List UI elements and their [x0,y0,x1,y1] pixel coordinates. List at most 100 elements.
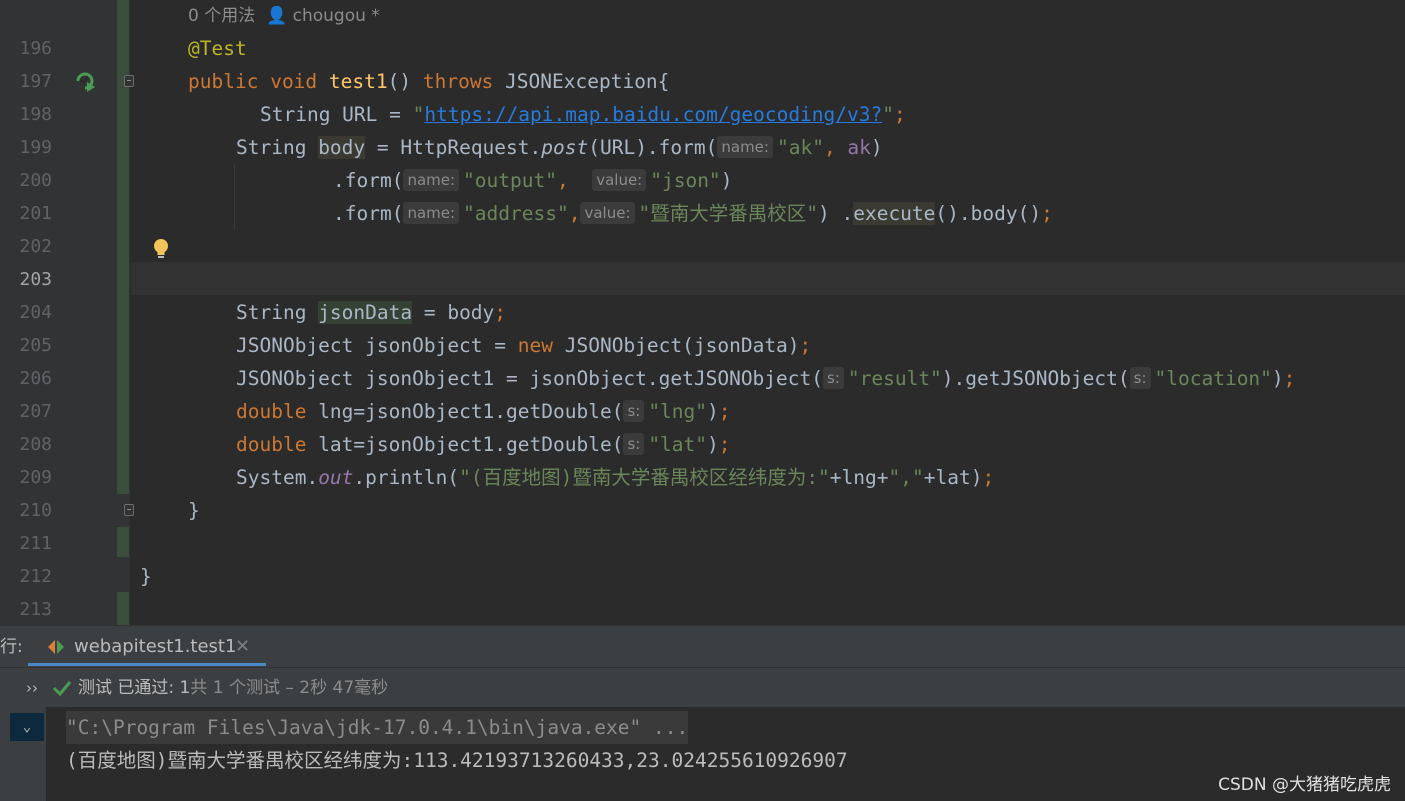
keyword: void [270,70,318,93]
code-text: lat=jsonObject1.getDouble( [306,433,624,456]
code-text: ) [707,400,719,423]
code-line-205[interactable]: JSONObject jsonObject = new JSONObject(j… [236,329,811,362]
line-number-current: 203 [19,269,52,290]
code-line-200[interactable]: .form(name: "output", value: "json") [333,164,732,197]
closing-brace: } [188,499,200,522]
code-line-210[interactable]: } [188,494,200,527]
keyword: public [188,70,259,93]
test-status-prefix: 测试 已通过: [78,678,180,698]
code-editor[interactable]: 196 197 198 199 200 201 202 203 204 205 … [0,0,1405,625]
keyword: throws [422,70,494,93]
semicolon: ; [718,433,731,456]
line-number: 206 [19,368,52,389]
code-line-198[interactable]: String URL = "https://api.map.baidu.com/… [260,98,906,131]
code-line-209[interactable]: System.out.println("(百度地图)暨南大学番禺校区经纬度为:"… [236,461,994,494]
line-number: 204 [19,302,52,323]
test-status-bar: ›› 测试 已通过: 1共 1 个测试 – 2秒 47毫秒 [0,667,1405,709]
usage-count-hint[interactable]: 0 个用法 [188,6,255,26]
string-literal: "output" [463,169,557,192]
test-status-summary: 共 1 个测试 – 2秒 47毫秒 [190,678,389,698]
console-command-line[interactable]: "C:\Program Files\Java\jdk-17.0.4.1\bin\… [66,711,689,744]
string-literal: "lat" [648,433,708,456]
run-config-tab-label[interactable]: webapitest1.test1 [74,626,236,668]
semicolon: ; [718,400,731,423]
expand-icon[interactable]: ›› [26,668,38,708]
code-text: ().body() [935,202,1042,225]
string-literal: "," [888,466,924,489]
code-text: JSONObject jsonObject = [236,334,518,357]
code-text: JSONObject(jsonData) [553,334,800,357]
parameter: ak [847,136,871,159]
semicolon: ; [1041,202,1053,225]
watermark: CSDN @大猪猪吃虎虎 [1218,775,1391,795]
line-number: 199 [19,137,52,158]
code-text: (URL).form( [588,136,718,159]
fold-icon[interactable] [124,504,134,516]
parameter-hint: s: [623,433,645,455]
code-line-207[interactable]: double lng=jsonObject1.getDouble(s: "lng"… [236,395,731,428]
line-number: 200 [19,170,52,191]
code-line-206[interactable]: JSONObject jsonObject1 = jsonObject.getJ… [236,362,1295,395]
current-line-highlight [131,262,1405,295]
code-line-196[interactable]: @Test [188,32,247,65]
code-text: ) [720,169,733,192]
line-number: 205 [19,335,52,356]
annotation: @Test [188,37,247,60]
line-number: 198 [19,104,52,125]
vcs-change-marker[interactable] [117,592,129,625]
line-number: 210 [19,500,52,521]
code-text: ) [707,433,719,456]
string-literal: "(百度地图)暨南大学番禺校区经纬度为:" [459,466,830,489]
line-number: 197 [19,71,52,92]
line-number: 208 [19,434,52,455]
method-call: post [541,136,589,159]
code-text: lng=jsonObject1.getDouble( [306,400,624,423]
code-text: ).getJSONObject( [941,367,1130,390]
parameter-hint: s: [823,367,844,389]
code-text: JSONObject jsonObject1 = jsonObject.getJ… [236,367,823,390]
usage-hint[interactable]: 0 个用法 👤 chougou * [188,0,380,33]
semicolon: ; [982,466,995,489]
code-line-212[interactable]: } [140,560,152,593]
code-line-204[interactable]: String jsonData = body; [236,296,506,329]
console-output[interactable]: "C:\Program Files\Java\jdk-17.0.4.1\bin\… [46,707,1405,801]
code-line-208[interactable]: double lat=jsonObject1.getDouble(s: "lat"… [236,428,731,461]
code-text: String URL = [260,103,413,126]
fold-icon[interactable] [124,75,134,87]
code-line-201[interactable]: .form(name: "address", value: "暨南大学番禺校区") .… [333,197,1053,230]
variable-highlight: body [318,136,366,159]
parameter-hint: value: [592,169,647,191]
intention-bulb-icon[interactable] [151,237,171,261]
semicolon: ; [494,301,507,324]
string-literal: "json" [650,169,721,192]
line-number: 202 [19,236,52,257]
java-run-config-icon [48,640,64,654]
code-text: ) [1271,367,1284,390]
line-number: 196 [19,38,52,59]
left-tool-strip [0,0,10,625]
parameter-hint: s: [1129,367,1151,389]
string-literal: "暨南大学番禺校区" [638,202,818,225]
url-link[interactable]: https://api.map.baidu.com/geocoding/v3? [424,103,882,126]
line-number: 212 [19,566,52,587]
active-tab-indicator [28,663,266,666]
code-line-199[interactable]: String body = HttpRequest.post(URL).form… [236,131,883,164]
console-output-line[interactable]: (百度地图)暨南大学番禺校区经纬度为:113.42193713260433,23… [66,744,848,777]
vcs-change-marker[interactable] [117,36,129,494]
string-literal: " [412,103,425,126]
vcs-change-marker[interactable] [117,0,129,36]
string-literal: "result" [847,367,942,390]
line-number: 207 [19,401,52,422]
author-hint[interactable]: chougou * [293,6,380,26]
chevron-down-icon[interactable]: ⌄ [10,713,44,741]
close-icon[interactable]: ✕ [235,626,250,668]
code-text: JSONException{ [493,70,670,93]
code-line-197[interactable]: public void test1() throws JSONException… [188,65,669,98]
run-config-tab[interactable]: webapitest1.test1 ✕ [28,626,266,668]
vcs-change-marker[interactable] [117,527,129,557]
run-tool-window: 行: webapitest1.test1 ✕ ›› 测试 已通过: 1共 1 个… [0,625,1405,801]
run-test-passed-icon[interactable] [74,70,96,92]
indent-guide [234,164,235,230]
check-icon [52,681,72,697]
variable-highlight: jsonData [318,301,413,324]
